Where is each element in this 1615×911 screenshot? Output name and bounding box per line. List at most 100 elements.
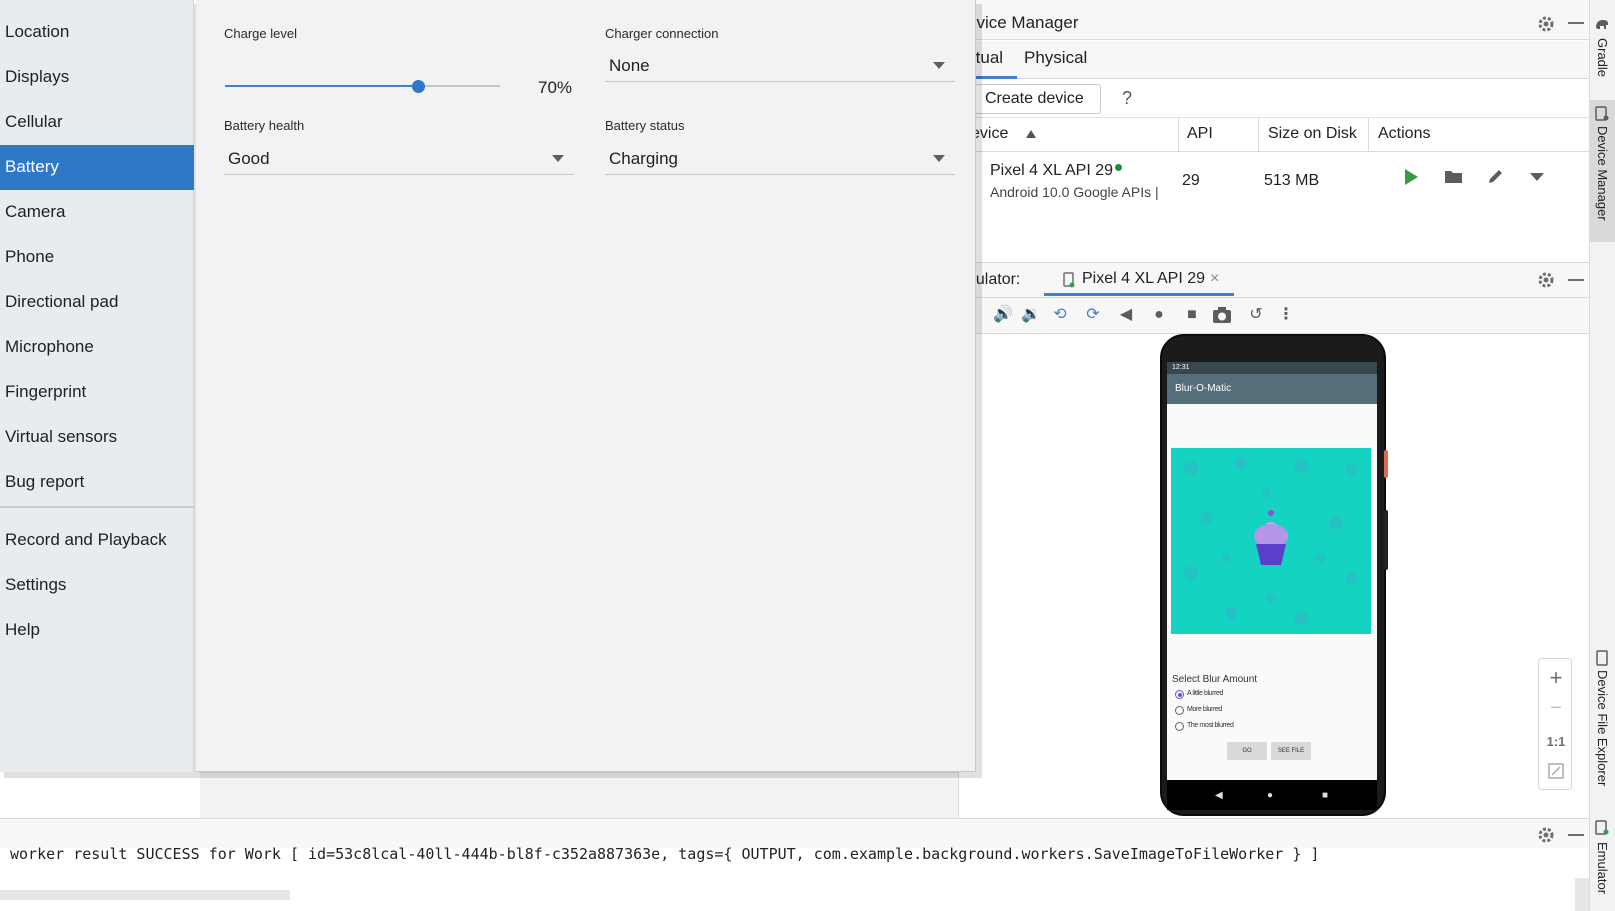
column-size[interactable]: Size on Disk	[1268, 125, 1357, 143]
column-api[interactable]: API	[1187, 125, 1213, 143]
zoom-actual-size-button[interactable]: 1:1	[1539, 734, 1573, 749]
chevron-down-icon	[552, 155, 564, 162]
folder-icon[interactable]	[1444, 169, 1464, 185]
editor-tabs-strip	[200, 772, 958, 818]
sidebar-item-settings[interactable]: Settings	[0, 563, 194, 608]
device-file-explorer-icon[interactable]	[1595, 650, 1609, 666]
battery-status-select[interactable]: Charging	[605, 143, 955, 175]
charge-level-slider-fill	[225, 85, 418, 87]
strip-gradle[interactable]: Gradle	[1595, 38, 1610, 77]
settings-gear-icon[interactable]	[1536, 825, 1556, 845]
gradle-elephant-icon[interactable]	[1594, 16, 1610, 32]
sidebar-item-battery[interactable]: Battery	[0, 145, 194, 190]
charge-level-label: Charge level	[224, 26, 297, 41]
radio-label: A little blurred	[1187, 690, 1224, 697]
edit-pencil-icon[interactable]	[1487, 167, 1505, 185]
blur-amount-label: Select Blur Amount	[1172, 674, 1258, 685]
chevron-down-icon	[933, 155, 945, 162]
logcat-line: worker result SUCCESS for Work [ id=53c8…	[10, 845, 1320, 863]
android-nav-bar: ◀ ● ■	[1167, 780, 1377, 810]
sidebar-item-directional-pad[interactable]: Directional pad	[0, 280, 194, 325]
app-bar-title: Blur-O-Matic	[1167, 374, 1377, 404]
sidebar-item-location[interactable]: Location	[0, 10, 194, 55]
sidebar-item-record-and-playback[interactable]: Record and Playback	[0, 518, 194, 563]
volume-down-icon[interactable]: 🔉	[1020, 304, 1042, 326]
phone-screen[interactable]: 12:31 Blur-O-Matic Select Blur Amount A …	[1167, 362, 1377, 780]
nav-back-icon[interactable]: ◀	[1215, 790, 1223, 801]
status-time: 12:31	[1172, 364, 1190, 371]
nav-overview-icon[interactable]: ■	[1322, 790, 1328, 801]
snapshot-icon[interactable]: ↺	[1245, 304, 1267, 326]
device-name[interactable]: Pixel 4 XL API 29	[990, 162, 1113, 180]
logcat-vertical-scrollbar[interactable]	[1575, 878, 1589, 911]
emulator-tab-underline	[1044, 293, 1234, 296]
sidebar-item-help[interactable]: Help	[0, 608, 194, 653]
rotate-right-icon[interactable]: ⟳	[1082, 304, 1104, 326]
charger-connection-label: Charger connection	[605, 26, 719, 41]
emulator-device-tab[interactable]: Pixel 4 XL API 29	[1082, 270, 1205, 288]
column-separator	[1178, 118, 1179, 152]
sidebar-item-displays[interactable]: Displays	[0, 55, 194, 100]
run-device-icon[interactable]	[1403, 168, 1419, 186]
volume-up-icon[interactable]: 🔊	[992, 304, 1014, 326]
sidebar-item-cellular[interactable]: Cellular	[0, 100, 194, 145]
sidebar-item-fingerprint[interactable]: Fingerprint	[0, 370, 194, 415]
device-manager-title: evice Manager	[967, 13, 1079, 32]
charger-connection-select[interactable]: None	[605, 50, 955, 82]
column-separator	[1258, 118, 1259, 152]
home-icon[interactable]: ●	[1148, 304, 1170, 326]
radio-more-blurred[interactable]	[1175, 706, 1184, 715]
zoom-out-button[interactable]: −	[1539, 697, 1573, 720]
sidebar-divider	[0, 506, 194, 508]
radio-label: The most blurred	[1187, 722, 1234, 729]
nav-home-icon[interactable]: ●	[1267, 790, 1273, 801]
chevron-down-icon	[933, 62, 945, 69]
logcat-horizontal-scrollbar[interactable]	[0, 890, 290, 900]
volume-rocker[interactable]	[1384, 510, 1388, 570]
radio-little-blurred[interactable]	[1175, 690, 1184, 699]
see-file-button[interactable]: SEE FILE	[1271, 742, 1311, 760]
radio-most-blurred[interactable]	[1175, 722, 1184, 731]
rotate-left-icon[interactable]: ⟲	[1049, 304, 1071, 326]
more-actions-chevron-icon[interactable]	[1529, 172, 1545, 182]
power-button[interactable]	[1384, 450, 1388, 478]
sidebar-item-microphone[interactable]: Microphone	[0, 325, 194, 370]
sidebar-item-virtual-sensors[interactable]: Virtual sensors	[0, 415, 194, 460]
sidebar-item-phone[interactable]: Phone	[0, 235, 194, 280]
more-options-icon[interactable]: ⋮	[1275, 304, 1297, 326]
back-icon[interactable]: ◀	[1115, 304, 1137, 326]
strip-device-manager[interactable]: Device Manager	[1595, 126, 1610, 221]
help-button[interactable]: ?	[1122, 88, 1132, 109]
device-manager-icon[interactable]	[1595, 106, 1609, 122]
emulator-icon[interactable]	[1595, 820, 1609, 836]
create-device-button[interactable]: Create device	[975, 84, 1101, 114]
fit-screen-icon[interactable]	[1548, 763, 1564, 779]
zoom-in-button[interactable]: +	[1539, 665, 1573, 691]
settings-gear-icon[interactable]	[1536, 14, 1556, 34]
tab-physical[interactable]: Physical	[1024, 48, 1087, 68]
screenshot-camera-icon[interactable]	[1212, 306, 1232, 324]
strip-device-file-explorer[interactable]: Device File Explorer	[1595, 670, 1610, 786]
strip-emulator[interactable]: Emulator	[1595, 842, 1610, 894]
logcat-header	[0, 818, 1589, 848]
battery-health-label: Battery health	[224, 118, 305, 133]
battery-health-value: Good	[228, 149, 270, 168]
column-actions: Actions	[1378, 125, 1431, 142]
cupcake-icon	[1184, 457, 1357, 625]
minimize-icon[interactable]	[1568, 279, 1584, 281]
device-api: 29	[1182, 172, 1200, 189]
radio-label: More blurred	[1187, 706, 1222, 713]
cupcake-image	[1171, 448, 1371, 634]
minimize-icon[interactable]	[1568, 22, 1584, 24]
editor-divider	[958, 772, 966, 818]
sidebar-item-bug-report[interactable]: Bug report	[0, 460, 194, 505]
go-button[interactable]: GO	[1227, 742, 1267, 760]
battery-health-select[interactable]: Good	[224, 143, 574, 175]
minimize-icon[interactable]	[1568, 834, 1584, 836]
overview-icon[interactable]: ■	[1181, 304, 1203, 326]
settings-gear-icon[interactable]	[1536, 270, 1556, 290]
close-tab-icon[interactable]: ×	[1210, 270, 1219, 288]
sidebar-item-camera[interactable]: Camera	[0, 190, 194, 235]
battery-status-label: Battery status	[605, 118, 685, 133]
charge-level-slider-thumb[interactable]	[411, 80, 425, 93]
